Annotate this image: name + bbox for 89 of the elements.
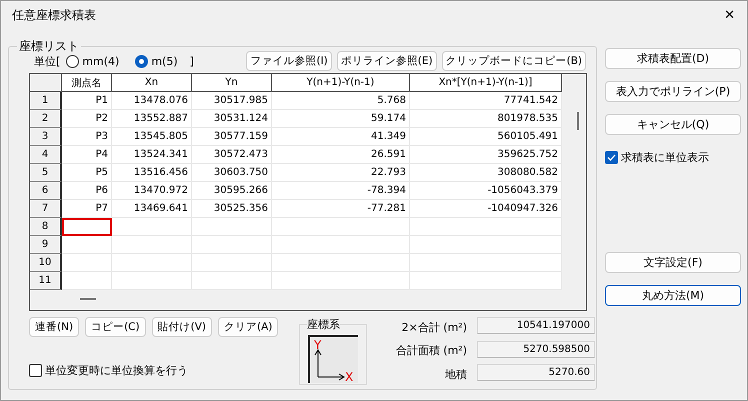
table-cell[interactable]: 308080.582 (410, 164, 562, 182)
radio-icon[interactable] (135, 54, 148, 68)
close-button[interactable]: ✕ (724, 8, 735, 23)
row-header[interactable]: 8 (30, 218, 62, 236)
row-header[interactable]: 5 (30, 164, 62, 182)
checkbox-icon[interactable] (29, 364, 42, 377)
table-cell[interactable]: -1056043.379 (410, 182, 562, 200)
scrollbar-thumb[interactable] (80, 298, 96, 300)
total-field: 5270.60 (477, 364, 595, 382)
units-label: 単位[ (34, 54, 60, 68)
axis-label: Y (314, 338, 322, 352)
action-button[interactable]: 貼付け(V) (152, 317, 212, 337)
column-header[interactable]: Y(n+1)-Y(n-1) (272, 74, 410, 92)
table-cell[interactable] (62, 218, 112, 236)
side-button[interactable]: 表入力でポリライン(P) (605, 81, 741, 102)
unit-conversion-checkbox[interactable]: 単位変更時に単位換算を行う (29, 363, 299, 378)
unit-radio[interactable]: mm(4) (66, 54, 120, 68)
table-cell[interactable]: 30531.124 (192, 110, 272, 128)
table-cell[interactable]: 13469.641 (112, 200, 192, 218)
table-cell[interactable]: P4 (62, 146, 112, 164)
column-header[interactable]: Yn (192, 74, 272, 92)
toolbar-button[interactable]: クリップボードにコピー(B) (442, 51, 586, 71)
column-header[interactable]: 測点名 (62, 74, 112, 92)
row-header[interactable]: 10 (30, 254, 62, 272)
row-header[interactable]: 3 (30, 128, 62, 146)
total-label: 合計面積 (m²) (394, 343, 467, 358)
action-button[interactable]: 連番(N) (29, 317, 80, 337)
toolbar-button[interactable]: ファイル参照(I) (246, 51, 332, 71)
table-cell[interactable]: 13478.076 (112, 92, 192, 110)
table-cell[interactable]: 359625.752 (410, 146, 562, 164)
total-field: 5270.598500 (477, 340, 595, 358)
table-cell[interactable]: 801978.535 (410, 110, 562, 128)
table-cell[interactable]: 41.349 (272, 128, 410, 146)
table-cell[interactable]: 30525.356 (192, 200, 272, 218)
table-cell[interactable]: 30603.750 (192, 164, 272, 182)
table-cell[interactable]: 13470.972 (112, 182, 192, 200)
row-header[interactable]: 7 (30, 200, 62, 218)
table-cell[interactable]: P6 (62, 182, 112, 200)
radio-icon[interactable] (66, 54, 80, 68)
total-label: 2×合計 (m²) (400, 320, 467, 335)
action-button[interactable]: クリア(A) (218, 317, 278, 337)
toolbar-button[interactable]: ポリライン参照(E) (336, 51, 437, 71)
table-cell[interactable]: 5.768 (272, 92, 410, 110)
table-cell[interactable]: 77741.542 (410, 92, 562, 110)
action-button[interactable]: コピー(C) (85, 317, 146, 337)
axis-label: X (345, 370, 354, 383)
frame-label: 座標系 (307, 317, 340, 332)
table-cell[interactable]: P1 (62, 92, 112, 110)
side-button[interactable]: 求積表配置(D) (605, 48, 741, 69)
table-cell[interactable]: 30517.985 (192, 92, 272, 110)
column-header[interactable]: Xn*[Y(n+1)-Y(n-1)] (410, 74, 562, 92)
table-cell[interactable]: P7 (62, 200, 112, 218)
row-header[interactable]: 6 (30, 182, 62, 200)
table-cell[interactable]: 30572.473 (192, 146, 272, 164)
row-header[interactable]: 4 (30, 146, 62, 164)
total-label: 地積 (444, 367, 467, 382)
table-cell[interactable]: P3 (62, 128, 112, 146)
unit-radio[interactable]: m(5) (135, 54, 178, 68)
table-cell[interactable]: 26.591 (272, 146, 410, 164)
table-cell[interactable]: -78.394 (272, 182, 410, 200)
scrollbar-thumb[interactable] (577, 112, 579, 130)
table-cell[interactable]: P2 (62, 110, 112, 128)
units-bracket: ] (190, 54, 194, 68)
row-header[interactable]: 11 (30, 272, 62, 290)
side-button[interactable]: 丸め方法(M) (605, 285, 741, 306)
table-cell[interactable]: 13524.341 (112, 146, 192, 164)
side-button[interactable]: 文字設定(F) (605, 252, 741, 273)
row-header[interactable]: 1 (30, 92, 62, 110)
group-label: 座標リスト (17, 38, 81, 55)
side-button[interactable]: キャンセル(Q) (605, 114, 741, 135)
row-header[interactable]: 2 (30, 110, 62, 128)
table-cell[interactable]: 13552.887 (112, 110, 192, 128)
window-title: 任意座標求積表 (12, 7, 96, 24)
table-cell[interactable]: -1040947.326 (410, 200, 562, 218)
row-header[interactable]: 9 (30, 236, 62, 254)
table-cell[interactable]: 59.174 (272, 110, 410, 128)
table-cell[interactable]: 13545.805 (112, 128, 192, 146)
table-cell[interactable]: 13516.456 (112, 164, 192, 182)
checkbox-icon[interactable] (605, 151, 618, 164)
axes-icon (314, 349, 345, 380)
show-units-checkbox[interactable]: 求積表に単位表示 (605, 150, 741, 165)
column-header[interactable]: Xn (112, 74, 192, 92)
total-field: 10541.197000 (477, 317, 595, 334)
table-cell[interactable]: 30595.266 (192, 182, 272, 200)
table-cell[interactable]: -77.281 (272, 200, 410, 218)
table-cell[interactable]: 22.793 (272, 164, 410, 182)
table-cell[interactable]: P5 (62, 164, 112, 182)
table-cell[interactable]: 560105.491 (410, 128, 562, 146)
table-cell[interactable]: 30577.159 (192, 128, 272, 146)
